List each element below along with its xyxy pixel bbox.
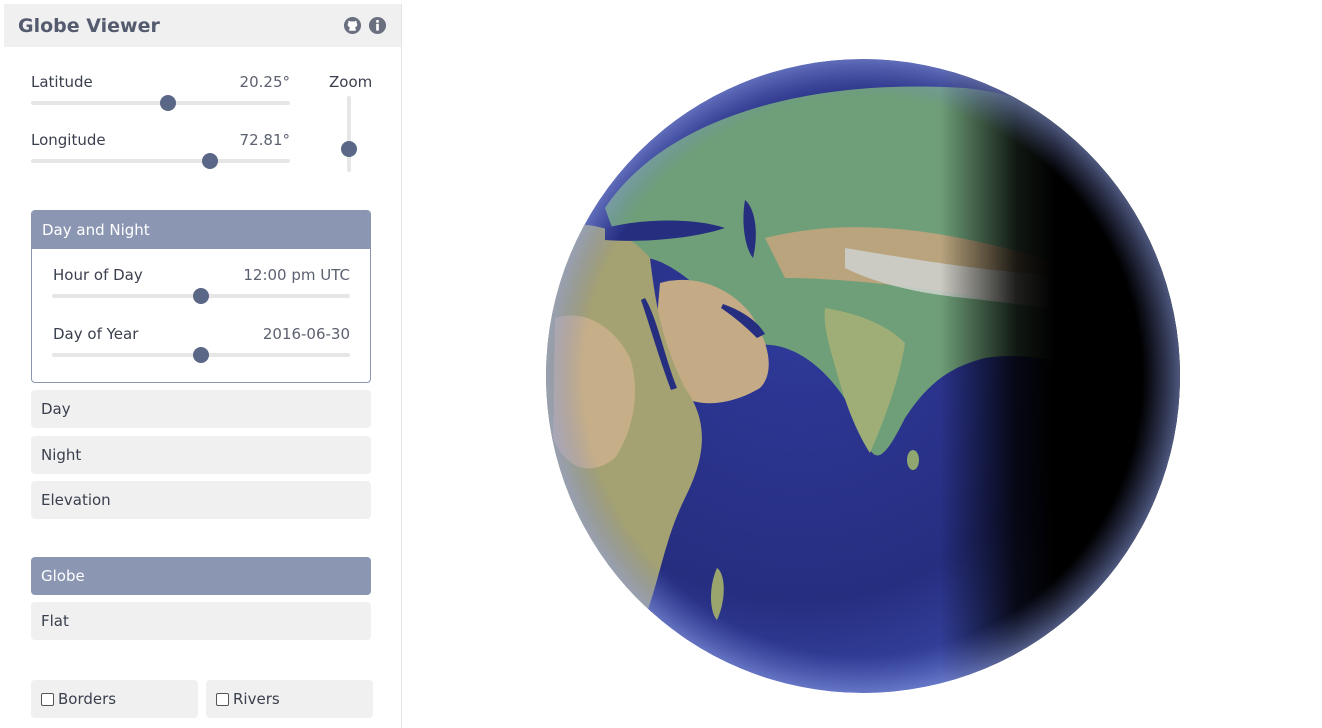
hour-of-day-label: Hour of Day xyxy=(53,266,143,284)
borders-checkbox[interactable] xyxy=(41,692,54,706)
globe[interactable] xyxy=(545,58,1182,695)
zoom-slider-track[interactable] xyxy=(347,96,351,172)
hour-of-day-value: 12:00 pm UTC xyxy=(243,266,350,284)
github-icon[interactable] xyxy=(343,16,362,35)
layer-elevation-button[interactable]: Elevation xyxy=(31,481,371,519)
app-title: Globe Viewer xyxy=(18,14,160,37)
layer-night-button[interactable]: Night xyxy=(31,436,371,474)
day-of-year-slider-thumb[interactable] xyxy=(193,347,209,363)
day-of-year-value: 2016-06-30 xyxy=(262,325,350,343)
info-icon[interactable] xyxy=(368,16,387,35)
latitude-label: Latitude xyxy=(31,73,93,91)
borders-label: Borders xyxy=(58,690,117,708)
latitude-value: 20.25° xyxy=(239,73,290,91)
projection-globe-button[interactable]: Globe xyxy=(31,557,371,595)
borders-toggle[interactable]: Borders xyxy=(31,680,198,718)
longitude-value: 72.81° xyxy=(239,131,290,149)
rivers-toggle[interactable]: Rivers xyxy=(206,680,373,718)
panel-header: Globe Viewer xyxy=(4,4,401,47)
globe-viewport[interactable] xyxy=(545,58,1182,695)
layer-day-button[interactable]: Day xyxy=(31,390,371,428)
day-of-year-label: Day of Year xyxy=(53,325,139,343)
projection-flat-button[interactable]: Flat xyxy=(31,602,371,640)
rivers-checkbox[interactable] xyxy=(216,692,229,706)
longitude-slider-track[interactable] xyxy=(31,159,290,163)
rivers-label: Rivers xyxy=(233,690,280,708)
longitude-slider-thumb[interactable] xyxy=(201,153,218,169)
longitude-label: Longitude xyxy=(31,131,106,149)
zoom-label: Zoom xyxy=(329,73,373,91)
hour-of-day-slider-thumb[interactable] xyxy=(193,288,209,304)
day-night-header[interactable]: Day and Night xyxy=(32,211,370,249)
